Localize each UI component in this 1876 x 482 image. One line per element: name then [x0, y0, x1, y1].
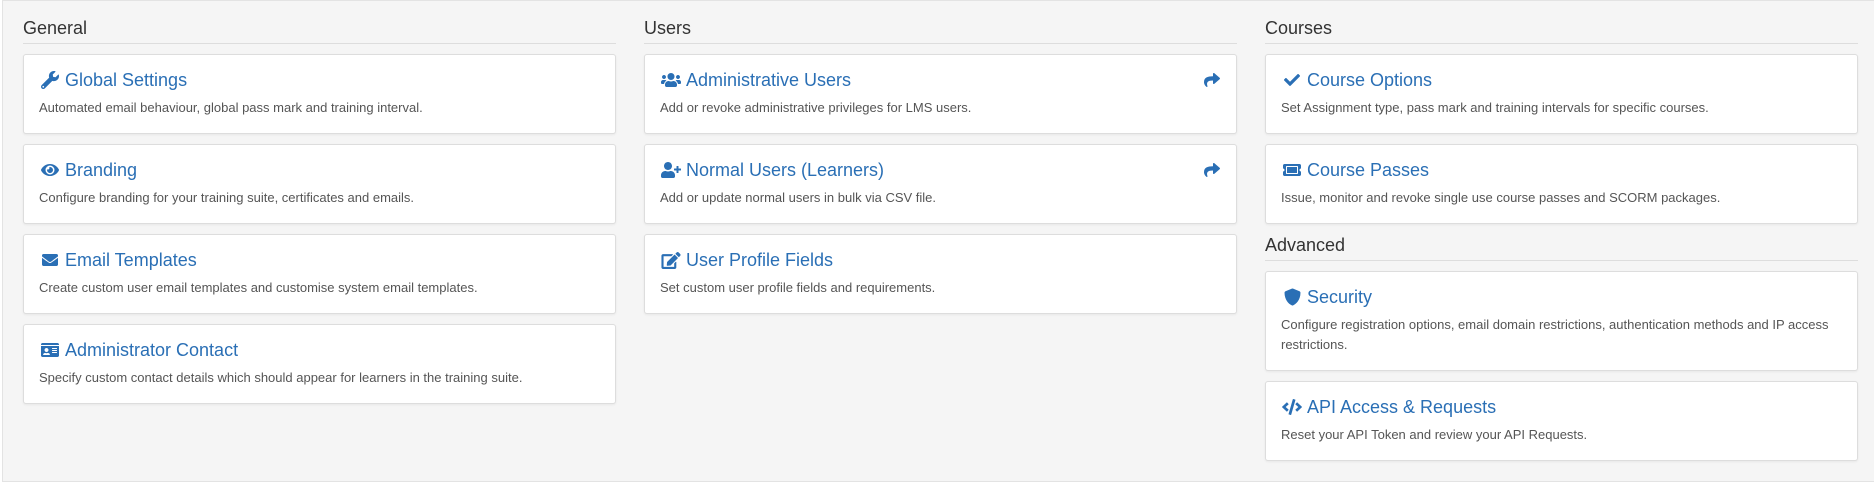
card-title[interactable]: Security [1307, 286, 1372, 308]
shield-icon [1281, 287, 1303, 307]
card-title[interactable]: Branding [65, 159, 137, 181]
card-title[interactable]: Global Settings [65, 69, 187, 91]
general-column: General Global Settings Automated email … [23, 1, 616, 414]
section-title-general: General [23, 1, 616, 44]
card-course-options[interactable]: Course Options Set Assignment type, pass… [1265, 54, 1858, 134]
card-title[interactable]: Administrative Users [686, 69, 851, 91]
users-column: Users Administrative Users Add or revoke… [644, 1, 1237, 324]
card-title[interactable]: Course Options [1307, 69, 1432, 91]
wrench-icon [39, 70, 61, 90]
ticket-icon [1281, 160, 1303, 180]
settings-panel: General Global Settings Automated email … [2, 0, 1874, 482]
card-branding[interactable]: Branding Configure branding for your tra… [23, 144, 616, 224]
envelope-icon [39, 250, 61, 270]
section-title-users: Users [644, 1, 1237, 44]
edit-icon [660, 250, 682, 270]
share-icon[interactable] [1202, 70, 1222, 90]
section-title-advanced: Advanced [1265, 234, 1858, 261]
card-description: Set custom user profile fields and requi… [660, 280, 936, 295]
card-administrative-users[interactable]: Administrative Users Add or revoke admin… [644, 54, 1237, 134]
card-api-access[interactable]: API Access & Requests Reset your API Tok… [1265, 381, 1858, 461]
card-title[interactable]: Normal Users (Learners) [686, 159, 884, 181]
card-normal-users[interactable]: Normal Users (Learners) Add or update no… [644, 144, 1237, 224]
card-description: Configure registration options, email do… [1281, 317, 1829, 352]
share-icon[interactable] [1202, 160, 1222, 180]
code-icon [1281, 397, 1303, 417]
card-description: Set Assignment type, pass mark and train… [1281, 100, 1709, 115]
card-description: Configure branding for your training sui… [39, 190, 415, 205]
card-description: Create custom user email templates and c… [39, 280, 478, 295]
card-title[interactable]: Course Passes [1307, 159, 1429, 181]
card-security[interactable]: Security Configure registration options,… [1265, 271, 1858, 371]
card-title[interactable]: API Access & Requests [1307, 396, 1496, 418]
card-title[interactable]: User Profile Fields [686, 249, 833, 271]
user-plus-icon [660, 160, 682, 180]
card-administrator-contact[interactable]: Administrator Contact Specify custom con… [23, 324, 616, 404]
card-description: Add or update normal users in bulk via C… [660, 190, 937, 205]
card-global-settings[interactable]: Global Settings Automated email behaviou… [23, 54, 616, 134]
card-title[interactable]: Email Templates [65, 249, 197, 271]
card-description: Issue, monitor and revoke single use cou… [1281, 190, 1721, 205]
card-description: Add or revoke administrative privileges … [660, 100, 972, 115]
users-icon [660, 70, 682, 90]
card-course-passes[interactable]: Course Passes Issue, monitor and revoke … [1265, 144, 1858, 224]
card-description: Reset your API Token and review your API… [1281, 427, 1588, 442]
eye-icon [39, 160, 61, 180]
card-email-templates[interactable]: Email Templates Create custom user email… [23, 234, 616, 314]
card-description: Specify custom contact details which sho… [39, 370, 523, 385]
id-card-icon [39, 340, 61, 360]
courses-column: Courses Course Options Set Assignment ty… [1265, 1, 1858, 471]
card-title[interactable]: Administrator Contact [65, 339, 238, 361]
card-user-profile-fields[interactable]: User Profile Fields Set custom user prof… [644, 234, 1237, 314]
section-title-courses: Courses [1265, 1, 1858, 44]
check-icon [1281, 70, 1303, 90]
card-description: Automated email behaviour, global pass m… [39, 100, 423, 115]
